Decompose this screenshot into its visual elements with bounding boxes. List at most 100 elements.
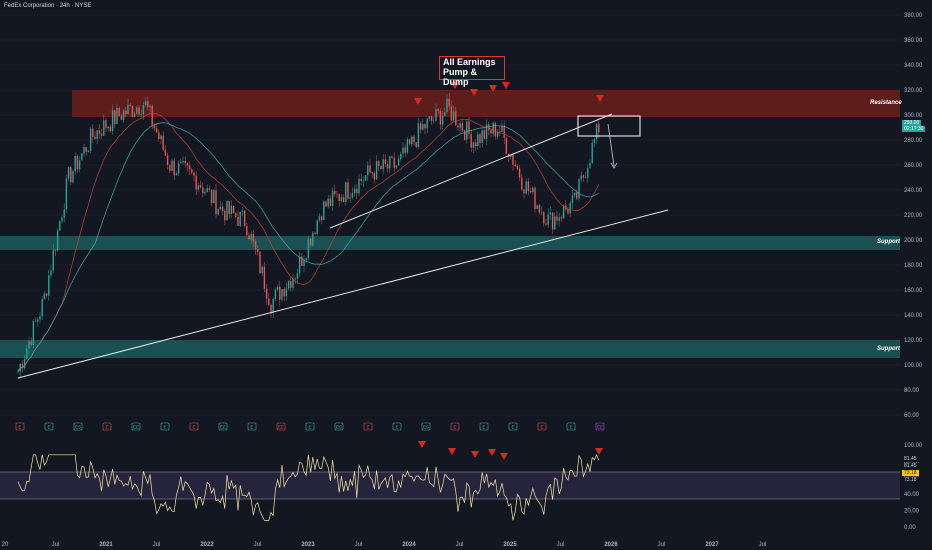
earnings-marker: E — [395, 425, 398, 430]
earnings-marker: E — [192, 425, 195, 430]
candle-body — [470, 134, 472, 148]
candle-body — [529, 191, 532, 193]
earnings-marker: ES — [336, 425, 342, 430]
candle-body — [272, 299, 274, 314]
candle-body — [571, 195, 574, 203]
candle-body — [37, 319, 39, 322]
candle-body — [252, 234, 255, 242]
candle-body — [384, 159, 387, 165]
candle-body — [543, 212, 545, 224]
candle-body — [303, 259, 305, 266]
candle-body — [48, 275, 50, 296]
candle-body — [378, 161, 380, 166]
candle-body — [26, 348, 28, 360]
candle-body — [243, 210, 246, 226]
candle-body — [298, 256, 301, 274]
time-tick-label: 2023 — [301, 542, 315, 548]
candle-body — [334, 190, 336, 195]
candle-body — [109, 126, 112, 131]
rsi-tick-label: 100.00 — [904, 443, 923, 449]
candle-body — [567, 209, 569, 214]
candle-body — [158, 132, 160, 140]
candle-body — [182, 160, 184, 163]
candle-body — [472, 142, 475, 148]
candle-body — [329, 198, 332, 206]
candle-body — [369, 165, 371, 173]
candle-body — [94, 136, 96, 139]
candle-body — [89, 128, 92, 151]
candle-body — [281, 289, 283, 300]
candle-body — [155, 128, 158, 133]
candle-body — [204, 192, 206, 194]
candle-body — [455, 111, 457, 126]
candle-body — [248, 235, 250, 240]
annotation-line-2: Pump & Dump — [443, 67, 478, 87]
candle-body — [461, 122, 464, 131]
candle-body — [406, 139, 409, 153]
candle-body — [481, 130, 483, 143]
earnings-marker: EE — [220, 425, 226, 430]
candle-body — [98, 130, 101, 134]
candle-body — [364, 175, 367, 181]
price-tick-label: 220.00 — [904, 213, 923, 219]
candle-body — [503, 125, 505, 139]
candle-body — [140, 114, 142, 115]
candle-body — [129, 104, 131, 107]
time-tick-label: 20 — [2, 542, 9, 548]
candle-body — [100, 133, 103, 136]
time-tick-label: Jul — [153, 542, 161, 548]
candle-body — [391, 156, 393, 158]
candle-body — [582, 175, 585, 178]
candle-body — [490, 130, 492, 134]
support-label-upper: Support — [877, 239, 900, 245]
candle-body — [147, 101, 149, 108]
candle-body — [197, 185, 200, 190]
candle-body — [191, 169, 193, 173]
price-tick-label: 80.00 — [904, 388, 920, 394]
candle-body — [424, 124, 426, 129]
candle-body — [404, 147, 406, 153]
candle-body — [127, 104, 129, 114]
candle-body — [292, 278, 294, 288]
candle-body — [525, 181, 527, 194]
candle-body — [305, 258, 307, 260]
candle-body — [446, 98, 448, 112]
candle-body — [595, 123, 598, 140]
candle-body — [30, 341, 32, 345]
candle-body — [512, 154, 514, 165]
rsi-sell-arrow — [488, 449, 496, 456]
candle-body — [417, 123, 420, 147]
candle-body — [540, 212, 543, 213]
candle-body — [375, 161, 378, 180]
candle-body — [320, 216, 323, 220]
candle-body — [171, 160, 173, 171]
price-tick-label: 260.00 — [904, 163, 923, 169]
candle-body — [219, 206, 222, 210]
earnings-annotation: All Earnings Pump & Dump — [439, 56, 505, 87]
earnings-marker: E — [250, 425, 253, 430]
candle-body — [393, 157, 395, 168]
candle-body — [342, 197, 345, 203]
rsi-tag-a: 81.45 — [902, 456, 919, 462]
candle-body — [325, 201, 327, 207]
candle-body — [17, 371, 19, 373]
candlestick-series — [17, 92, 600, 378]
time-tick-label: Jul — [355, 542, 363, 548]
candle-body — [345, 182, 347, 203]
candle-body — [428, 116, 431, 119]
candle-body — [78, 160, 81, 170]
candle-body — [202, 187, 204, 194]
price-tick-label: 240.00 — [904, 188, 923, 194]
candle-body — [213, 190, 215, 204]
candle-body — [63, 209, 65, 218]
candle-body — [492, 122, 494, 134]
candle-body — [347, 182, 349, 199]
earnings-marker: E — [105, 425, 108, 430]
candle-body — [488, 124, 490, 131]
candle-body — [125, 110, 127, 114]
candle-body — [208, 188, 211, 190]
candle-body — [441, 115, 444, 125]
candle-body — [241, 210, 244, 212]
candle-body — [195, 175, 197, 190]
candle-body — [65, 178, 68, 210]
